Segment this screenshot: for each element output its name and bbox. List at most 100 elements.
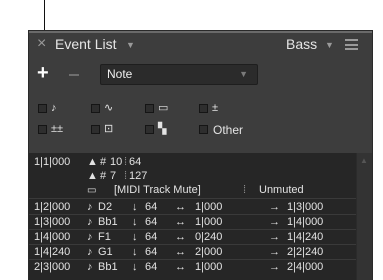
filter-controller[interactable]: ± — [199, 102, 239, 116]
column-divider: ⁞ — [124, 170, 128, 182]
panel-title[interactable]: Event List — [55, 36, 116, 52]
menu-icon[interactable] — [345, 39, 358, 50]
length-icon: ↔ — [175, 261, 186, 273]
note-icon: ♪ — [51, 102, 57, 114]
filter-aftertouch[interactable]: ±± — [38, 123, 78, 137]
controller-value[interactable]: 64 — [129, 156, 141, 169]
velocity-icon: ↓ — [132, 261, 138, 273]
pointer-line — [44, 0, 45, 30]
event-list: 1|1|000 ▲ # 10 ⁞ 64 ▲ # 7 ⁞ 127 ▭ [MIDI … — [29, 153, 356, 280]
filter-other[interactable]: Other — [199, 123, 259, 137]
note-icon: ♪ — [87, 201, 93, 213]
event-type-value: Note — [107, 67, 133, 81]
pitchbend-icon: ∿ — [104, 102, 114, 114]
end-icon: → — [269, 246, 280, 258]
aftertouch-icon: ±± — [51, 123, 64, 135]
row-divider — [29, 259, 356, 260]
filter-checkbox[interactable] — [91, 125, 100, 134]
filter-sysex[interactable]: ⊡ — [91, 123, 131, 137]
column-divider: ⁞ — [124, 156, 128, 168]
note-pitch[interactable]: G1 — [98, 246, 113, 259]
note-length[interactable]: 1|000 — [195, 216, 222, 229]
length-icon: ↔ — [175, 216, 186, 228]
filter-meta-events[interactable]: ▚ — [145, 123, 185, 137]
controller-icon: ▲ — [87, 170, 98, 182]
length-icon: ↔ — [175, 201, 186, 213]
filter-pitchbend[interactable]: ∿ — [91, 102, 131, 116]
event-position[interactable]: 1|1|000 — [34, 156, 70, 169]
note-end[interactable]: 2|2|240 — [287, 246, 323, 259]
note-icon: ♪ — [87, 261, 93, 273]
end-icon: → — [269, 216, 280, 228]
length-icon: ↔ — [175, 231, 186, 243]
note-velocity[interactable]: 64 — [145, 201, 157, 214]
event-position[interactable]: 1|4|000 — [34, 231, 70, 244]
row-divider — [29, 229, 356, 230]
velocity-icon: ↓ — [132, 201, 138, 213]
note-end[interactable]: 2|4|000 — [287, 261, 323, 274]
note-end[interactable]: 1|3|000 — [287, 201, 323, 214]
chevron-down-icon[interactable]: ▼ — [325, 40, 334, 50]
filter-checkbox[interactable] — [38, 125, 47, 134]
controller-icon: ± — [212, 102, 219, 114]
note-velocity[interactable]: 64 — [145, 261, 157, 274]
event-position[interactable]: 1|2|000 — [34, 201, 70, 214]
meta-event-label[interactable]: [MIDI Track Mute] — [114, 184, 201, 197]
note-length[interactable]: 1|000 — [195, 201, 222, 214]
controller-number[interactable]: 10 — [110, 156, 122, 169]
filter-program-change[interactable]: ▭ — [145, 102, 185, 116]
filter-other-label: Other — [213, 123, 244, 137]
filter-checkbox[interactable] — [145, 125, 154, 134]
velocity-icon: ↓ — [132, 216, 138, 228]
controller-icon: ▲ — [87, 156, 98, 168]
meta-event-value[interactable]: Unmuted — [259, 184, 304, 197]
note-length[interactable]: 2|000 — [195, 246, 222, 259]
filter-checkbox[interactable] — [145, 104, 154, 113]
note-icon: ♪ — [87, 216, 93, 228]
controller-value[interactable]: 127 — [129, 170, 147, 183]
remove-event-button[interactable] — [69, 74, 79, 76]
filter-checkbox[interactable] — [199, 125, 208, 134]
note-pitch[interactable]: Bb1 — [98, 216, 118, 229]
event-position[interactable]: 2|3|000 — [34, 261, 70, 274]
note-end[interactable]: 1|4|000 — [287, 216, 323, 229]
length-icon: ↔ — [175, 246, 186, 258]
track-name[interactable]: Bass — [286, 36, 317, 52]
end-icon: → — [269, 231, 280, 243]
note-end[interactable]: 1|4|240 — [287, 231, 323, 244]
meta-event-icon: ▭ — [87, 185, 97, 196]
row-divider — [29, 214, 356, 215]
filter-checkbox[interactable] — [38, 104, 47, 113]
vertical-scrollbar[interactable]: ▲ — [356, 153, 372, 280]
note-velocity[interactable]: 64 — [145, 216, 157, 229]
end-icon: → — [269, 261, 280, 273]
note-pitch[interactable]: Bb1 — [98, 261, 118, 274]
filter-notes[interactable]: ♪ — [38, 102, 78, 116]
column-divider: ⁞ — [243, 184, 247, 196]
note-length[interactable]: 0|240 — [195, 231, 222, 244]
note-length[interactable]: 1|000 — [195, 261, 222, 274]
event-position[interactable]: 1|3|000 — [34, 216, 70, 229]
controller-number[interactable]: 7 — [110, 170, 116, 183]
velocity-icon: ↓ — [132, 246, 138, 258]
program-change-icon: ▭ — [158, 102, 169, 114]
scroll-up-icon[interactable]: ▲ — [360, 156, 368, 165]
note-pitch[interactable]: F1 — [98, 231, 111, 244]
end-icon: → — [269, 201, 280, 213]
controller-number-icon: # — [100, 170, 107, 182]
controller-number-icon: # — [100, 156, 107, 168]
velocity-icon: ↓ — [132, 231, 138, 243]
note-velocity[interactable]: 64 — [145, 246, 157, 259]
note-icon: ♪ — [87, 246, 93, 258]
close-icon[interactable]: × — [37, 35, 46, 53]
filter-checkbox[interactable] — [91, 104, 100, 113]
filter-checkbox[interactable] — [199, 104, 208, 113]
note-icon: ♪ — [87, 231, 93, 243]
event-position[interactable]: 1|4|240 — [34, 246, 70, 259]
chevron-down-icon[interactable]: ▼ — [126, 40, 135, 50]
meta-event-icon: ▚ — [158, 123, 167, 135]
event-type-select[interactable]: Note ▼ — [100, 64, 258, 85]
note-pitch[interactable]: D2 — [98, 201, 112, 214]
note-velocity[interactable]: 64 — [145, 231, 157, 244]
add-event-button[interactable]: + — [37, 63, 49, 83]
